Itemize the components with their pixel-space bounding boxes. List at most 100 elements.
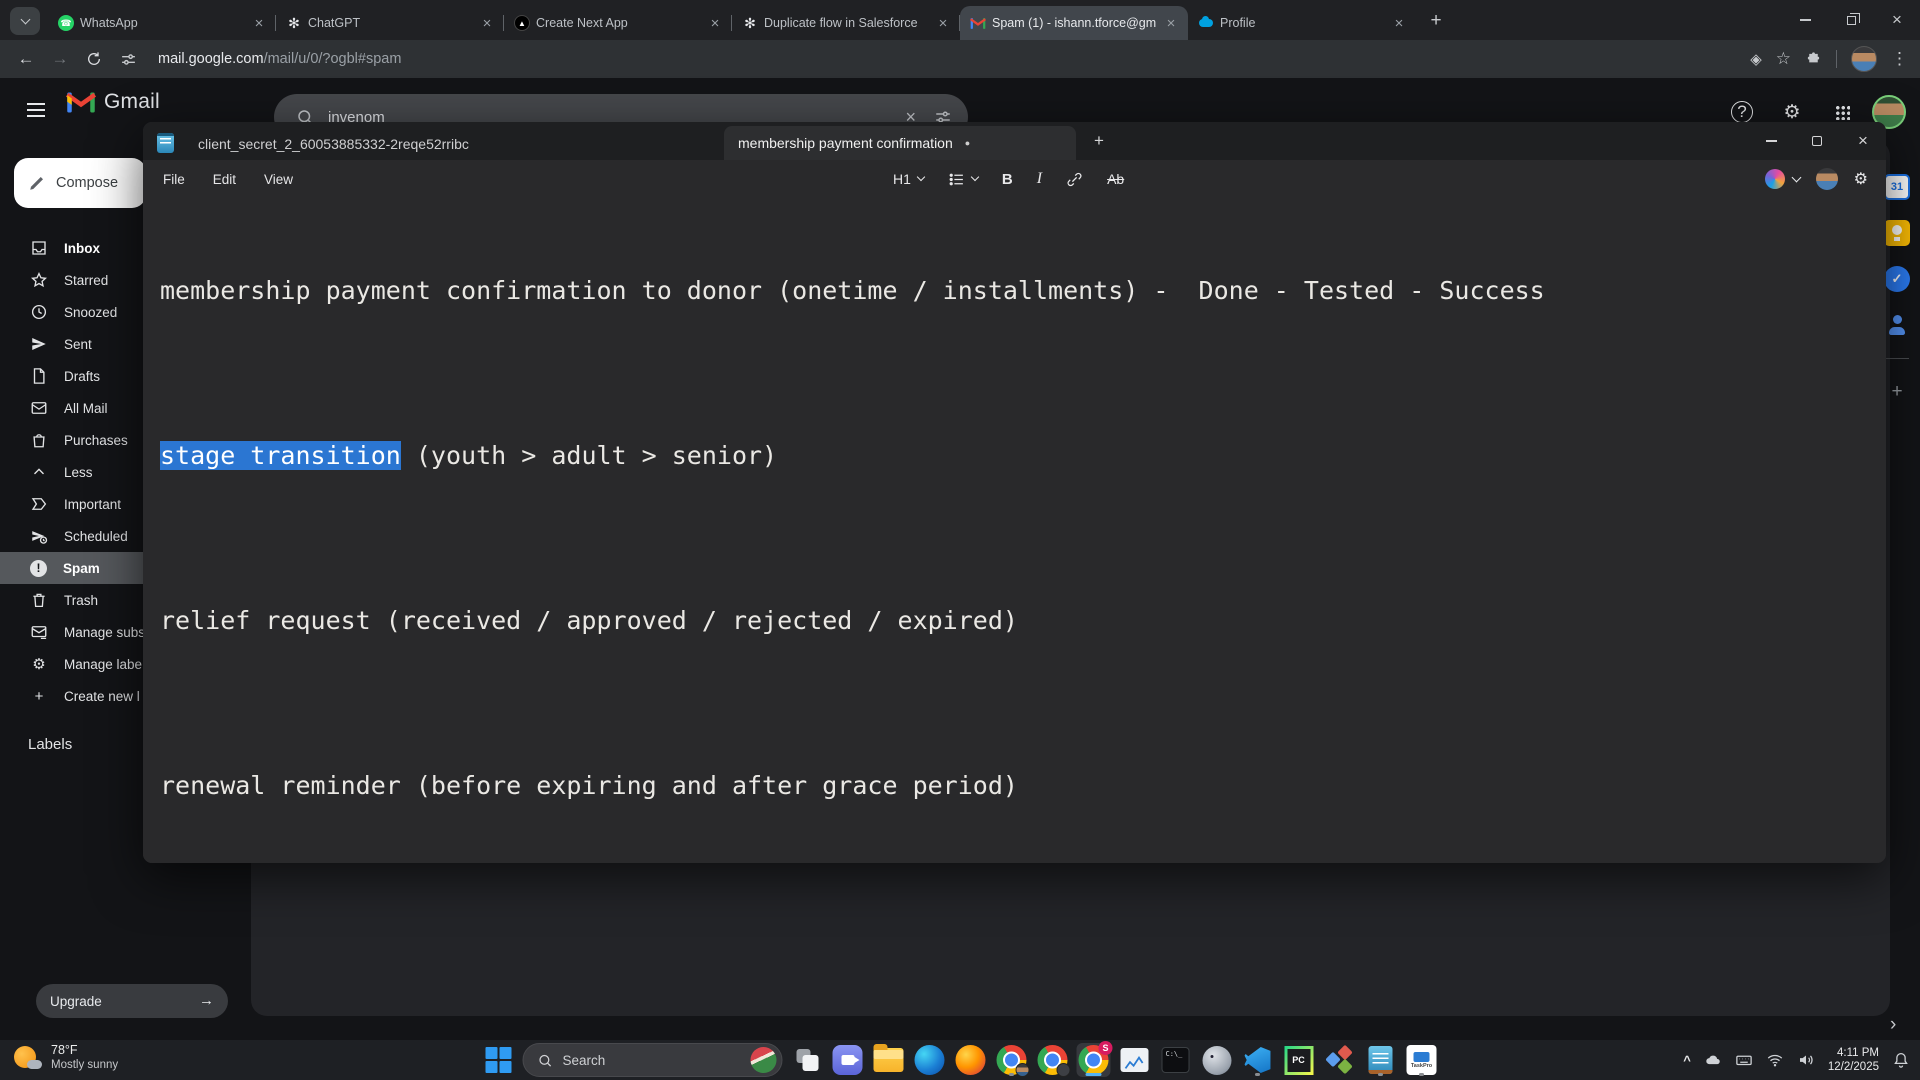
taskbar-tray: ^ 4:11 PM 12/2/2025 [1683,1040,1910,1080]
close-button[interactable] [1840,122,1886,160]
back-button[interactable]: ← [12,45,40,73]
list-dropdown[interactable] [940,165,986,193]
notepad-new-tab-button[interactable] [1084,126,1114,156]
unsaved-dot-icon [965,138,970,148]
browser-menu-button[interactable] [1891,49,1908,69]
compose-button[interactable]: Compose [14,158,146,208]
close-button[interactable] [1874,0,1920,40]
task-view-button[interactable] [790,1043,824,1077]
tab-search-button[interactable] [10,7,40,35]
bold-button[interactable]: B [994,165,1021,193]
tab-close-icon[interactable] [706,14,724,32]
main-menu-button[interactable] [14,88,58,132]
chrome-profile1-button[interactable] [995,1043,1030,1077]
taskbar-weather-widget[interactable]: 78°F Mostly sunny [12,1043,118,1073]
link-button[interactable] [1058,165,1091,193]
firefox-button[interactable] [954,1043,988,1077]
menu-edit[interactable]: Edit [199,172,250,187]
browser-tab-create-next-app[interactable]: Create Next App [504,6,732,40]
clock-time: 4:11 PM [1837,1047,1879,1059]
extensions-button[interactable] [1805,51,1822,68]
pycharm-button[interactable]: PC [1282,1043,1316,1077]
menu-view[interactable]: View [250,172,307,187]
start-button[interactable] [482,1043,516,1077]
chrome-profile2-button[interactable] [1036,1043,1071,1077]
browser-tab-gmail-spam[interactable]: Spam (1) - ishann.tforce@gmai [960,6,1188,40]
browser-tab-profile[interactable]: Profile [1188,6,1416,40]
notepad-tab-client-secret[interactable]: client_secret_2_60053885332-2reqe52rribc [184,128,724,160]
text-line: stage transition (youth > adult > senior… [160,439,1866,472]
tab-close-icon[interactable] [1162,14,1180,32]
sidebar-item-label: Snoozed [64,304,118,320]
browser-profile-avatar[interactable] [1851,46,1877,72]
restore-icon [1846,12,1860,25]
gear-icon: ⚙ [32,656,46,673]
volume-icon[interactable] [1797,1051,1815,1069]
sidebar-item-label: Spam [63,560,100,576]
browser-tab-whatsapp[interactable]: WhatsApp [48,6,276,40]
notepad-taskbar-button[interactable] [1364,1043,1398,1077]
reload-button[interactable] [80,45,108,73]
new-tab-button[interactable] [1422,7,1450,35]
settings-gear-icon[interactable] [1854,169,1868,189]
browser-tab-chatgpt[interactable]: ChatGPT [276,6,504,40]
onedrive-icon[interactable] [1704,1051,1722,1069]
notification-bell-icon[interactable] [1892,1051,1910,1069]
sidebar-item-label: Manage labe [64,656,143,672]
maximize-button[interactable] [1794,122,1840,160]
tab-title: Profile [1220,16,1256,30]
sidebar-item-label: Inbox [64,240,100,256]
tab-close-icon[interactable] [1390,14,1408,32]
terminal-button[interactable]: C:\_ [1159,1043,1193,1077]
notepad-app-icon [157,133,174,153]
tasks-icon[interactable] [1884,266,1910,292]
menu-file[interactable]: File [149,172,199,187]
hidden-icons-chevron[interactable]: ^ [1683,1053,1691,1068]
chat-icon [832,1045,863,1075]
calendar-icon[interactable]: 31 [1884,174,1910,200]
system-monitor-button[interactable] [1118,1043,1152,1077]
edge-button[interactable] [913,1043,947,1077]
bookmark-star-icon[interactable] [1776,49,1791,69]
browser-tab-salesforce-flow[interactable]: Duplicate flow in Salesforce [732,6,960,40]
postgresql-button[interactable] [1200,1043,1234,1077]
sidebar-item-label: Purchases [64,432,128,448]
contacts-icon[interactable] [1884,312,1910,338]
tab-close-icon[interactable] [478,14,496,32]
italic-button[interactable]: I [1029,165,1050,193]
taskbar-search[interactable]: Search [522,1043,783,1077]
schedule-send-icon [32,531,48,544]
page-action-icon[interactable] [1750,50,1762,68]
taskpro-button[interactable]: TaskPro [1405,1043,1439,1077]
touch-keyboard-icon[interactable] [1735,1051,1753,1069]
keep-icon[interactable] [1884,220,1910,246]
file-explorer-button[interactable] [872,1043,906,1077]
heading-dropdown[interactable]: H1 [885,165,932,193]
tab-close-icon[interactable] [250,14,268,32]
notepad-account-avatar[interactable] [1815,168,1838,190]
add-icon[interactable] [1884,379,1910,405]
forward-button[interactable]: → [46,45,74,73]
sidebar-item-label: Trash [64,592,99,608]
copilot-button[interactable] [1764,169,1802,189]
side-panel-collapse-icon[interactable] [1890,1014,1896,1036]
address-bar[interactable]: mail.google.com/mail/u/0/?ogbl#spam [158,51,401,67]
taskbar-clock[interactable]: 4:11 PM 12/2/2025 [1828,1046,1879,1074]
restore-button[interactable] [1828,0,1874,40]
chrome-active-button[interactable]: S [1076,1041,1113,1077]
site-info-button[interactable] [114,45,142,73]
clock-icon [31,304,47,320]
search-highlight-image[interactable] [750,1047,777,1073]
upgrade-button[interactable]: Upgrade [36,984,228,1018]
wifi-icon[interactable] [1766,1051,1784,1069]
clear-formatting-button[interactable]: Ab [1099,165,1132,193]
vscode-button[interactable] [1241,1043,1275,1077]
chat-button[interactable] [831,1043,865,1077]
tab-close-icon[interactable] [934,14,952,32]
minimize-button[interactable] [1782,0,1828,40]
tab-title: WhatsApp [80,16,138,30]
notepad-editor[interactable]: membership payment confirmation to donor… [143,198,1886,863]
notepad-tab-membership[interactable]: membership payment confirmation [724,126,1076,160]
minimize-button[interactable] [1748,122,1794,160]
workbench-button[interactable] [1323,1043,1357,1077]
